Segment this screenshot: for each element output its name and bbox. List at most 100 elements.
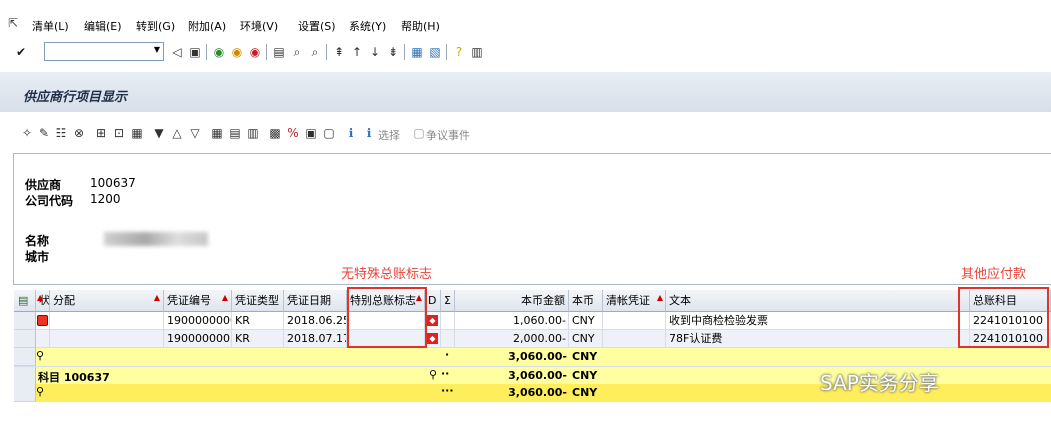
select-all-icon[interactable]: ☷ [54,126,68,140]
choose-layout-icon[interactable]: ▤ [228,126,242,140]
row-selector[interactable] [14,384,36,402]
command-field[interactable]: ▼ [44,42,164,61]
enter-check-icon[interactable]: ✔ [14,45,28,59]
menu-edit[interactable]: 编辑(E) [84,18,122,34]
change-document-icon[interactable]: ✎ [37,126,51,140]
account-total-amount: 3,060.00- [508,369,567,382]
due-cell: ◆ [425,312,441,330]
annotation-other-payables: 其他应付款 [961,267,1027,282]
details-icon[interactable]: ⊞ [94,126,108,140]
shortcut-icon[interactable]: ▧ [428,45,442,59]
text-cell: 收到中商检检验发票 [666,312,970,330]
next-page-icon[interactable]: ↓ [368,45,382,59]
subtotal-currency: CNY [572,350,598,363]
select-info-icon[interactable]: ℹ [362,126,376,140]
chevron-down-icon[interactable]: ▼ [154,45,160,54]
column-document-type[interactable]: 凭证类型 [232,290,284,312]
layout-icon[interactable]: ▦ [210,126,224,140]
menu-environment[interactable]: 环境(V) [240,18,278,34]
separator [446,44,447,60]
sigma-cell [441,312,455,330]
amount-cell: 2,000.00- [455,330,569,348]
row-selector[interactable] [14,312,36,330]
back-icon[interactable]: ◉ [212,45,226,59]
overdue-icon: ◆ [427,315,438,326]
column-sigma[interactable]: Σ [441,290,455,312]
menu-settings[interactable]: 设置(S) [298,18,336,34]
menu-icon[interactable]: ⇱ [8,16,18,30]
new-session-icon[interactable]: ▦ [410,45,424,59]
document-date-cell: 2018.07.17 [284,330,347,348]
spreadsheet-icon[interactable]: % [286,126,300,140]
export-icon[interactable]: ▩ [268,126,282,140]
application-toolbar: ✧ ✎ ☷ ⊗ ⊞ ⊡ ▦ ▼ △ ▽ ▦ ▤ ▥ ▩ % ▣ ▢ ℹ ℹ 选择… [0,112,1051,152]
column-text[interactable]: 文本 [666,290,970,312]
table-row[interactable]: 1900000003 KR 2018.07.17 ◆ 2,000.00- CNY… [14,330,1051,348]
city-label: 城市 [25,250,50,264]
menu-help[interactable]: 帮助(H) [401,18,440,34]
find-next-icon[interactable]: ⌕ [308,45,322,59]
cancel-icon[interactable]: ◉ [248,45,262,59]
layout-menu-icon[interactable]: ▥ [470,45,484,59]
exit-icon[interactable]: ◉ [230,45,244,59]
account-total-currency: CNY [572,369,598,382]
column-d[interactable]: D [425,290,441,312]
column-assignment[interactable]: 分配 ▲ [50,290,164,312]
previous-page-icon[interactable]: ↑ [350,45,364,59]
dispute-case-button[interactable]: 争议事件 [426,127,470,143]
assignment-cell [50,330,164,348]
row-selector[interactable] [14,367,36,385]
title-bar: 供应商行项目显示 [0,72,1051,113]
refresh-icon[interactable]: ⊡ [112,126,126,140]
select-button[interactable]: 选择 [378,127,400,143]
menu-list[interactable]: 清单(L) [32,18,69,34]
save-layout-icon[interactable]: ▥ [246,126,260,140]
column-status[interactable]: ▲ 状 [36,290,50,312]
separator [206,44,207,60]
table-settings-icon[interactable]: ▤ [18,290,28,311]
save-icon[interactable]: ▣ [188,45,202,59]
status-cell [36,330,50,348]
print-icon[interactable]: ▤ [272,45,286,59]
back-arrow-icon[interactable]: ◁ [170,45,184,59]
annotation-no-special-gl: 无特殊总账标志 [341,267,433,282]
clearing-cell [603,312,666,330]
header-panel: 供应商 100637 公司代码 1200 名称 城市 无特殊总账标志 其他应付款 [13,153,1051,285]
due-cell: ◆ [425,330,441,348]
filter-icon[interactable]: ▼ [152,126,166,140]
column-document-number[interactable]: 凭证编号 ▲ [164,290,232,312]
menu-goto[interactable]: 转到(G) [136,18,175,34]
subtotal-icon[interactable]: ▽ [188,126,202,140]
find-icon[interactable]: ⌕ [290,45,304,59]
first-page-icon[interactable]: ⇞ [332,45,346,59]
dispute-icon[interactable]: ▢ [412,126,426,140]
document-date-cell: 2018.06.25 [284,312,347,330]
menu-extras[interactable]: 附加(A) [188,18,226,34]
status-cell [36,312,50,330]
separator [326,44,327,60]
row-selector[interactable] [14,348,36,366]
menu-system[interactable]: 系统(Y) [349,18,386,34]
highlight-gl-account-column [958,287,1049,348]
word-processing-icon[interactable]: ▣ [304,126,318,140]
detail-view-icon[interactable]: ▦ [130,126,144,140]
column-clearing-document[interactable]: 清帐凭证 ▲ [603,290,666,312]
display-document-icon[interactable]: ✧ [20,126,34,140]
page-title: 供应商行项目显示 [23,90,128,105]
column-currency[interactable]: 本币 [569,290,603,312]
column-amount[interactable]: 本币金额 [455,290,569,312]
info-icon[interactable]: ℹ [344,126,358,140]
last-page-icon[interactable]: ⇟ [386,45,400,59]
local-file-icon[interactable]: ▢ [322,126,336,140]
deselect-icon[interactable]: ⊗ [72,126,86,140]
document-number-cell[interactable]: 1900000003 [164,330,232,348]
menu-bar: ⇱ 清单(L) 编辑(E) 转到(G) 附加(A) 环境(V) 设置(S) 系统… [0,0,1051,35]
row-selector[interactable] [14,330,36,348]
column-document-date[interactable]: 凭证日期 [284,290,347,312]
table-row[interactable]: 1900000000 KR 2018.06.25 ◆ 1,060.00- CNY… [14,312,1051,330]
document-number-cell[interactable]: 1900000000 [164,312,232,330]
help-icon[interactable]: ? [452,45,466,59]
select-all-column[interactable]: ▤ [14,290,36,312]
sum-icon[interactable]: △ [170,126,184,140]
text-cell: 78F认证费 [666,330,970,348]
